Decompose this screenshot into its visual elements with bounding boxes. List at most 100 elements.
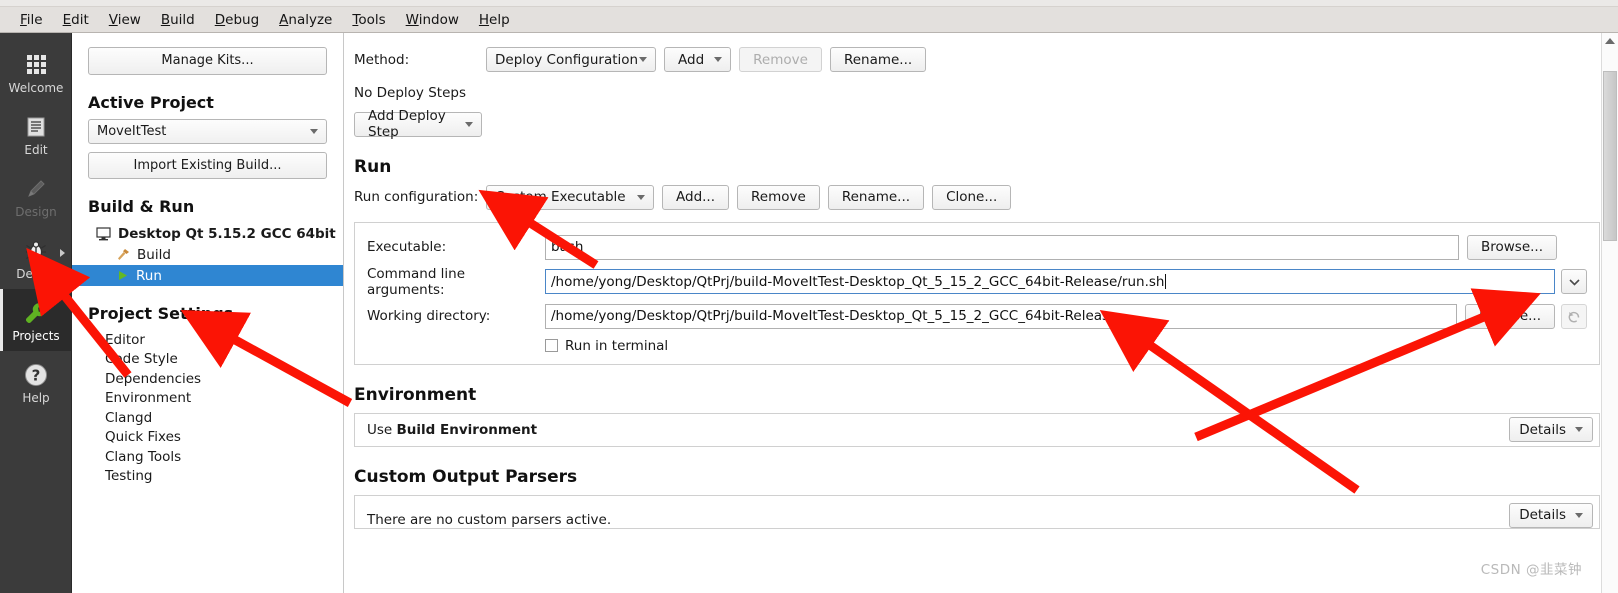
active-project-combo[interactable]: MoveItTest xyxy=(88,118,327,144)
settings-item-editor[interactable]: Editor xyxy=(72,330,343,350)
custom-output-parsers-details-button[interactable]: Details xyxy=(1509,502,1593,528)
mode-projects-label: Projects xyxy=(12,328,60,343)
build-and-run-heading: Build & Run xyxy=(88,197,195,217)
mode-help[interactable]: ? Help xyxy=(0,351,72,413)
window-top-strip xyxy=(0,0,1618,7)
chevron-down-icon[interactable] xyxy=(714,57,723,62)
chevron-down-icon xyxy=(1575,427,1583,432)
deploy-configuration-combo[interactable]: Deploy Configuration xyxy=(486,47,656,72)
working-directory-input[interactable]: /home/yong/Desktop/QtPrj/build-MoveItTes… xyxy=(545,303,1457,329)
environment-box: Use Build Environment Details xyxy=(354,412,1600,447)
working-directory-reset-button[interactable] xyxy=(1561,303,1587,329)
menu-debug[interactable]: Debug xyxy=(205,9,269,31)
deploy-remove-button: Remove xyxy=(739,47,822,72)
mode-welcome[interactable]: Welcome xyxy=(0,41,72,103)
menu-window[interactable]: Window xyxy=(396,9,469,31)
settings-item-code-style[interactable]: Code Style xyxy=(72,350,343,370)
run-configuration-value: Custom Executable xyxy=(495,189,626,205)
settings-item-dependencies[interactable]: Dependencies xyxy=(72,369,343,389)
settings-item-quick-fixes[interactable]: Quick Fixes xyxy=(72,428,343,448)
project-settings-heading: Project Settings xyxy=(88,304,234,324)
add-deploy-step-button[interactable]: Add Deploy Step xyxy=(354,108,482,140)
custom-output-parsers-box: There are no custom parsers active. Deta… xyxy=(354,494,1600,529)
run-remove-button[interactable]: Remove xyxy=(737,184,820,210)
chevron-down-icon[interactable] xyxy=(465,121,473,127)
custom-output-parsers-empty-text: There are no custom parsers active. xyxy=(367,511,612,528)
working-directory-browse-button[interactable]: Browse... xyxy=(1464,303,1555,329)
menu-analyze[interactable]: Analyze xyxy=(269,9,342,31)
bug-icon xyxy=(24,237,48,265)
import-existing-build-button[interactable]: Import Existing Build... xyxy=(88,151,327,180)
menu-tools[interactable]: Tools xyxy=(342,9,395,31)
executable-browse-button[interactable]: Browse... xyxy=(1466,234,1557,260)
menu-file[interactable]: File xyxy=(10,9,53,31)
play-icon xyxy=(116,269,129,282)
vertical-scrollbar[interactable] xyxy=(1601,33,1618,593)
chevron-down-icon xyxy=(1575,512,1583,518)
tree-item-run-label: Run xyxy=(136,267,162,284)
mode-debug[interactable]: Debug xyxy=(0,227,72,289)
mode-help-label: Help xyxy=(22,390,50,405)
menu-help[interactable]: Help xyxy=(469,9,520,31)
run-in-terminal-checkbox[interactable] xyxy=(545,339,558,352)
command-line-arguments-input[interactable]: /home/yong/Desktop/QtPrj/build-MoveItTes… xyxy=(545,269,1555,294)
environment-section-heading: Environment xyxy=(354,384,477,405)
executable-input[interactable]: bash xyxy=(545,234,1459,260)
mode-debug-label: Debug xyxy=(16,266,56,281)
command-line-arguments-history-button[interactable] xyxy=(1561,269,1587,294)
chevron-down-icon xyxy=(310,128,318,134)
menu-view[interactable]: View xyxy=(99,9,151,31)
hammer-icon xyxy=(116,248,130,262)
project-panel: Manage Kits... Active Project MoveItTest… xyxy=(72,33,344,593)
run-section-heading: Run xyxy=(354,156,392,177)
run-add-button[interactable]: Add... xyxy=(662,184,730,210)
menu-edit[interactable]: Edit xyxy=(53,9,99,31)
pencil-icon xyxy=(24,175,48,203)
executable-row: Executable: bash Browse... xyxy=(367,234,1587,260)
environment-use-prefix: Use xyxy=(367,421,397,438)
scrollbar-thumb[interactable] xyxy=(1603,71,1617,241)
environment-details-button[interactable]: Details xyxy=(1509,417,1593,442)
menubar: File Edit View Build Debug Analyze Tools… xyxy=(0,7,1618,33)
settings-item-clangd[interactable]: Clangd xyxy=(72,408,343,428)
deploy-add-label: Add xyxy=(678,51,705,68)
run-clone-button[interactable]: Clone... xyxy=(932,184,1012,210)
triangle-up-icon xyxy=(1605,37,1615,44)
settings-item-environment[interactable]: Environment xyxy=(72,389,343,409)
run-rename-button[interactable]: Rename... xyxy=(827,184,925,210)
run-configuration-combo[interactable]: Custom Executable xyxy=(486,184,654,210)
command-line-arguments-label: Command line arguments: xyxy=(367,265,466,298)
mode-edit[interactable]: Edit xyxy=(0,103,72,165)
tree-item-run[interactable]: Run xyxy=(72,265,343,287)
grid-icon xyxy=(26,51,46,79)
question-circle-icon: ? xyxy=(23,361,49,389)
manage-kits-button[interactable]: Manage Kits... xyxy=(88,47,327,75)
active-project-value: MoveItTest xyxy=(97,123,167,139)
command-line-arguments-row: Command line arguments: /home/yong/Deskt… xyxy=(367,266,1587,298)
custom-output-parsers-details-label: Details xyxy=(1519,507,1566,523)
scroll-up-button[interactable] xyxy=(1602,33,1618,48)
mode-selector: Welcome Edit Design Debug Projects ? Hel… xyxy=(0,33,72,593)
command-line-arguments-value: /home/yong/Desktop/QtPrj/build-MoveItTes… xyxy=(551,273,1165,290)
no-deploy-steps-text: No Deploy Steps xyxy=(354,85,466,101)
active-project-heading: Active Project xyxy=(88,92,214,112)
csdn-watermark: CSDN @韭菜钟 xyxy=(1480,562,1582,578)
run-settings-pane: Method: Deploy Configuration Add Remove … xyxy=(344,33,1618,593)
mode-projects[interactable]: Projects xyxy=(0,289,72,351)
tree-item-build[interactable]: Build xyxy=(72,244,343,265)
tree-item-kit[interactable]: Desktop Qt 5.15.2 GCC 64bit xyxy=(72,223,343,244)
deploy-add-button[interactable]: Add xyxy=(664,47,732,72)
build-run-tree: Desktop Qt 5.15.2 GCC 64bit Build Run xyxy=(72,223,343,287)
chevron-down-icon xyxy=(637,194,645,200)
main-frame: Welcome Edit Design Debug Projects ? Hel… xyxy=(0,33,1618,593)
deploy-rename-button[interactable]: Rename... xyxy=(829,47,927,72)
run-in-terminal-row[interactable]: Run in terminal xyxy=(367,338,1587,354)
settings-item-testing[interactable]: Testing xyxy=(72,467,343,487)
chevron-right-icon[interactable] xyxy=(60,249,65,257)
settings-item-clang-tools[interactable]: Clang Tools xyxy=(72,447,343,467)
menu-build[interactable]: Build xyxy=(151,9,205,31)
project-settings-list: Editor Code Style Dependencies Environme… xyxy=(72,330,343,486)
wrench-icon xyxy=(23,299,49,327)
text-cursor xyxy=(1165,274,1167,289)
svg-text:?: ? xyxy=(32,366,41,384)
